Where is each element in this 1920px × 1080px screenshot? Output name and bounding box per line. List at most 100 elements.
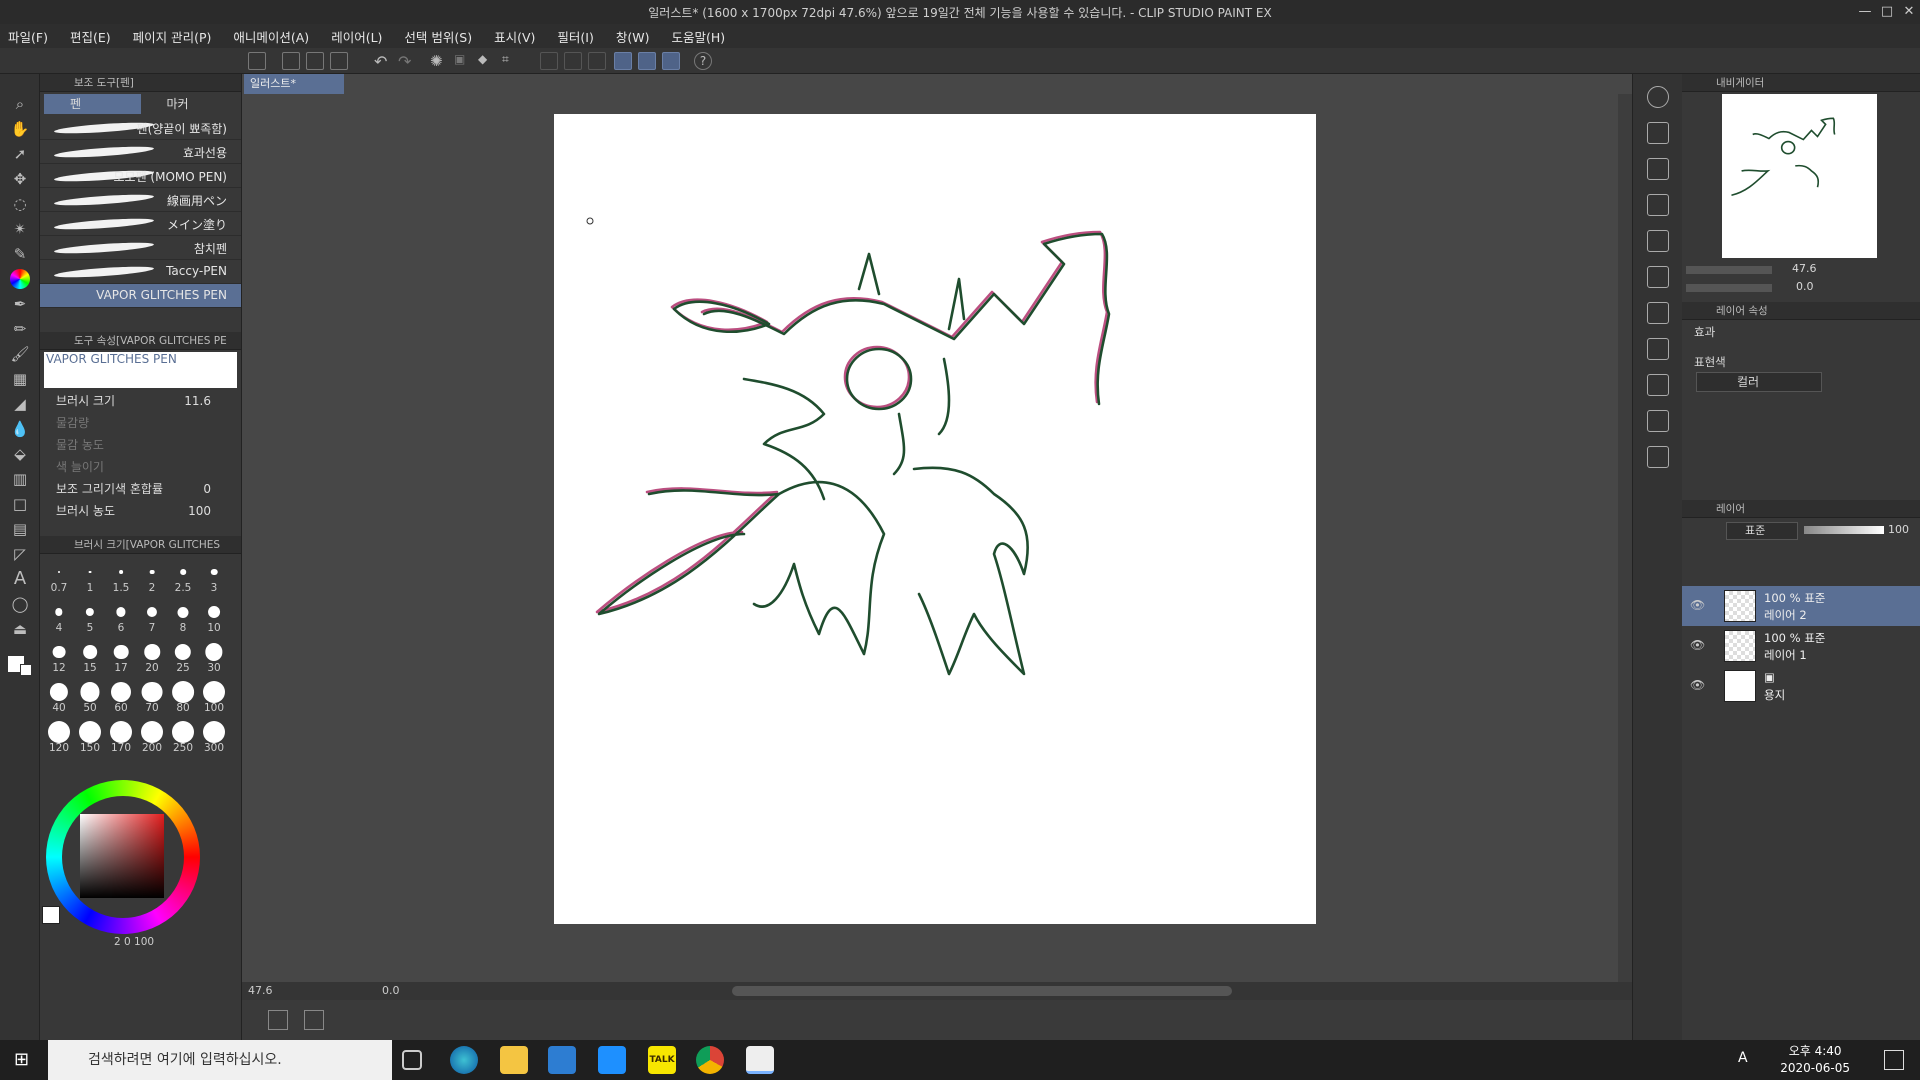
timeline-icon[interactable]: [268, 1010, 288, 1030]
zoom-value[interactable]: 47.6: [248, 984, 273, 997]
kakaotalk-icon[interactable]: TALK: [648, 1046, 676, 1074]
layer-row-2[interactable]: 👁 100 % 표준 레이어 2: [1682, 586, 1920, 626]
show-selection-icon[interactable]: [588, 52, 606, 70]
clip-studio-taskbar-icon[interactable]: [746, 1046, 774, 1074]
decoration-tool-icon[interactable]: ▦: [10, 369, 30, 389]
eye-icon[interactable]: 👁: [1690, 678, 1705, 692]
brush-size-row[interactable]: 브러시 크기 11.6: [40, 390, 241, 412]
menu-window[interactable]: 창(W): [616, 27, 650, 46]
brush-tool-icon[interactable]: 🖌: [10, 344, 30, 364]
brush-size-cell[interactable]: 10: [199, 598, 229, 636]
clip-studio-icon[interactable]: [248, 52, 266, 70]
prop-value[interactable]: 100: [188, 500, 211, 522]
close-button[interactable]: ✕: [1898, 0, 1920, 24]
history-icon[interactable]: [1647, 230, 1669, 252]
brush-size-cell[interactable]: 25: [168, 638, 198, 676]
menu-file[interactable]: 파일(F): [8, 27, 48, 46]
brush-size-cell[interactable]: 0.7: [44, 558, 74, 596]
prop-value[interactable]: 0: [203, 478, 211, 500]
brush-size-cell[interactable]: 120: [44, 718, 74, 756]
menu-edit[interactable]: 편집(E): [70, 27, 111, 46]
vertical-scrollbar[interactable]: [1618, 94, 1632, 982]
balloon-tool-icon[interactable]: ◯: [10, 594, 30, 614]
menu-view[interactable]: 표시(V): [494, 27, 535, 46]
brush-size-cell[interactable]: 30: [199, 638, 229, 676]
brush-size-cell[interactable]: 7: [137, 598, 167, 636]
brush-size-cell[interactable]: 6: [106, 598, 136, 636]
brush-size-cell[interactable]: 8: [168, 598, 198, 636]
main-color-chip[interactable]: [42, 906, 60, 924]
layer-row-1[interactable]: 👁 100 % 표준 레이어 1: [1682, 626, 1920, 666]
tab-pen[interactable]: 펜: [44, 94, 141, 114]
sub-color-mix-row[interactable]: 보조 그리기색 혼합률 0: [40, 478, 241, 500]
notification-icon[interactable]: [1884, 1050, 1904, 1070]
export-icon[interactable]: [1647, 446, 1669, 468]
rotation-value[interactable]: 0.0: [382, 982, 400, 1000]
expression-color-select[interactable]: 컬러: [1696, 372, 1822, 392]
invert-selection-icon[interactable]: [564, 52, 582, 70]
pen-tool-icon[interactable]: ✒: [10, 294, 30, 314]
menu-layer[interactable]: 레이어(L): [331, 27, 382, 46]
sub-view-icon[interactable]: [1647, 122, 1669, 144]
taskbar-search[interactable]: 검색하려면 여기에 입력하십시오.: [48, 1040, 392, 1080]
brush-size-cell[interactable]: 70: [137, 678, 167, 716]
blend-mode-select[interactable]: 표준: [1726, 522, 1798, 540]
brush-size-cell[interactable]: 200: [137, 718, 167, 756]
menu-page[interactable]: 페이지 관리(P): [133, 27, 212, 46]
task-view-icon[interactable]: [402, 1050, 422, 1070]
brush-item[interactable]: Taccy-PEN: [40, 260, 241, 284]
fill-icon[interactable]: ◆: [478, 52, 496, 70]
maximize-button[interactable]: □: [1876, 0, 1898, 24]
brush-size-cell[interactable]: 17: [106, 638, 136, 676]
brush-size-cell[interactable]: 5: [75, 598, 105, 636]
gradient-tool-icon[interactable]: ▥: [10, 469, 30, 489]
brush-item[interactable]: 線画用ペン: [40, 188, 241, 212]
store-icon[interactable]: [548, 1046, 576, 1074]
menu-animation[interactable]: 애니메이션(A): [233, 27, 309, 46]
snap-ruler-icon[interactable]: [614, 52, 632, 70]
redo-icon[interactable]: ↷: [398, 52, 416, 71]
brush-size-cell[interactable]: 80: [168, 678, 198, 716]
tab-marker[interactable]: 마커: [141, 94, 238, 114]
clear-icon[interactable]: ✺: [430, 52, 448, 70]
correct-line-tool-icon[interactable]: ⏏: [10, 619, 30, 639]
brush-size-cell[interactable]: 50: [75, 678, 105, 716]
zoom-tool-icon[interactable]: ⌕: [10, 94, 30, 114]
brush-size-cell[interactable]: 3: [199, 558, 229, 596]
camera-icon[interactable]: [1647, 410, 1669, 432]
ruler-tool-icon[interactable]: ◸: [10, 544, 30, 564]
brush-item[interactable]: 모모펜 (MOMO PEN): [40, 164, 241, 188]
snap-ruler-special-icon[interactable]: [638, 52, 656, 70]
layer-search-icon[interactable]: [1647, 374, 1669, 396]
item-bank-icon[interactable]: [1647, 302, 1669, 324]
blend-tool-icon[interactable]: 💧: [10, 419, 30, 439]
brush-size-cell[interactable]: 150: [75, 718, 105, 756]
undo-icon[interactable]: ↶: [374, 52, 392, 71]
zoom-slider[interactable]: [1686, 266, 1772, 274]
ime-indicator[interactable]: A: [1738, 1050, 1748, 1066]
close-panel-icon[interactable]: [1647, 194, 1669, 216]
brush-size-cell[interactable]: 60: [106, 678, 136, 716]
new-file-icon[interactable]: [282, 52, 300, 70]
opacity-value[interactable]: 100: [1888, 523, 1909, 536]
snap-grid-icon[interactable]: [662, 52, 680, 70]
lasso-tool-icon[interactable]: ◌: [10, 194, 30, 214]
sub-color-swatch[interactable]: [20, 664, 32, 676]
brush-size-cell[interactable]: 250: [168, 718, 198, 756]
opacity-slider[interactable]: [1804, 526, 1884, 534]
brush-size-cell[interactable]: 2: [137, 558, 167, 596]
color-mixing-tool-icon[interactable]: [10, 269, 30, 289]
auto-action-icon[interactable]: [1647, 266, 1669, 288]
eye-icon[interactable]: 👁: [1690, 598, 1705, 612]
deselect-icon[interactable]: [540, 52, 558, 70]
search-icon[interactable]: [1647, 86, 1669, 108]
brush-size-cell[interactable]: 15: [75, 638, 105, 676]
brush-size-cell[interactable]: 170: [106, 718, 136, 756]
brush-size-cell[interactable]: 4: [44, 598, 74, 636]
horizontal-scrollbar[interactable]: [732, 986, 1232, 996]
brush-item[interactable]: メイン塗り: [40, 212, 241, 236]
mail-icon[interactable]: [598, 1046, 626, 1074]
hand-tool-icon[interactable]: ✋: [10, 119, 30, 139]
text-tool-icon[interactable]: A: [10, 569, 30, 589]
windows-start-icon[interactable]: ⊞: [14, 1050, 34, 1070]
